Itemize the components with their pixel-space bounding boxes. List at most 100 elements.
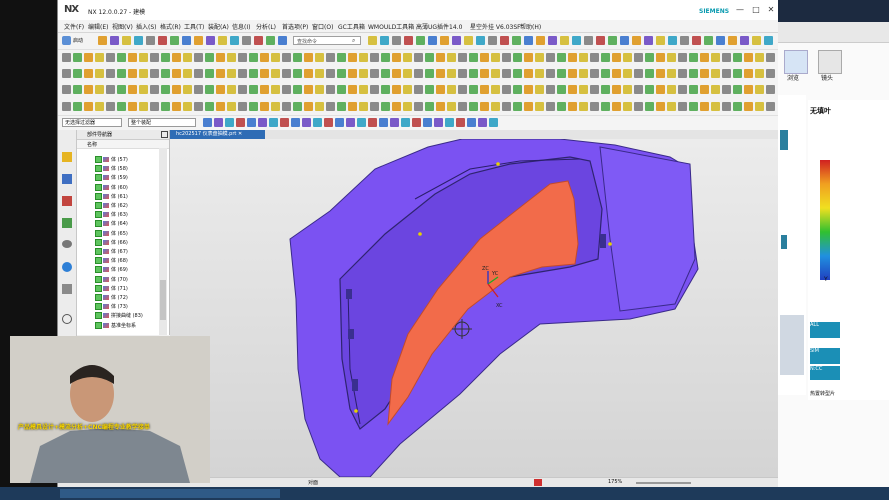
toolbar-tool-icon[interactable] (608, 36, 617, 45)
toolbar-tool-icon[interactable] (150, 85, 159, 94)
toolbar-tool-icon[interactable] (139, 53, 148, 62)
toolbar-tool-icon[interactable] (478, 118, 487, 127)
constraint-navigator-icon[interactable] (62, 174, 72, 184)
toolbar-tool-icon[interactable] (502, 69, 511, 78)
toolbar-tool-icon[interactable] (161, 69, 170, 78)
toolbar-tool-icon[interactable] (359, 69, 368, 78)
navigator-row[interactable]: 体 (62) (95, 202, 157, 210)
toolbar-tool-icon[interactable] (524, 85, 533, 94)
toolbar-tool-icon[interactable] (337, 53, 346, 62)
command-search-box[interactable]: 查找命令 ⌕ (293, 36, 361, 45)
toolbar-tool-icon[interactable] (282, 102, 291, 111)
toolbar-tool-icon[interactable] (535, 53, 544, 62)
toolbar-tool-icon[interactable] (238, 102, 247, 111)
toolbar-tool-icon[interactable] (271, 53, 280, 62)
navigator-row[interactable]: 体 (68) (95, 257, 157, 265)
toolbar-tool-icon[interactable] (205, 85, 214, 94)
toolbar-tool-icon[interactable] (269, 118, 278, 127)
toolbar-tool-icon[interactable] (238, 85, 247, 94)
toolbar-tool-icon[interactable] (596, 36, 605, 45)
menu-format[interactable]: 格式(R) (160, 22, 181, 31)
toolbar-tool-icon[interactable] (368, 118, 377, 127)
toolbar-tool-icon[interactable] (414, 69, 423, 78)
toolbar-tool-icon[interactable] (755, 53, 764, 62)
toolbar-tool-icon[interactable] (227, 53, 236, 62)
toolbar-tool-icon[interactable] (436, 69, 445, 78)
toolbar-tool-icon[interactable] (436, 102, 445, 111)
toolbar-tool-icon[interactable] (601, 69, 610, 78)
toolbar-tool-icon[interactable] (634, 53, 643, 62)
toolbar-tool-icon[interactable] (392, 69, 401, 78)
toolbar-tool-icon[interactable] (535, 85, 544, 94)
toolbar-tool-icon[interactable] (678, 69, 687, 78)
toolbar-tool-icon[interactable] (535, 102, 544, 111)
toolbar-tool-icon[interactable] (612, 85, 621, 94)
toolbar-tool-icon[interactable] (128, 53, 137, 62)
toolbar-tool-icon[interactable] (467, 118, 476, 127)
toolbar-tool-icon[interactable] (194, 85, 203, 94)
toolbar-tool-icon[interactable] (249, 53, 258, 62)
toolbar-tool-icon[interactable] (216, 85, 225, 94)
toolbar-tool-icon[interactable] (348, 85, 357, 94)
toolbar-tool-icon[interactable] (260, 102, 269, 111)
toolbar-tool-icon[interactable] (337, 69, 346, 78)
toolbar-tool-icon[interactable] (766, 53, 775, 62)
toolbar-tool-icon[interactable] (524, 53, 533, 62)
navigator-row[interactable]: 体 (70) (95, 275, 157, 284)
menu-file[interactable]: 文件(F) (64, 22, 84, 31)
visibility-checkbox[interactable] (95, 303, 102, 311)
selection-filter-dropdown[interactable]: 无选择过滤器 (62, 118, 122, 127)
reuse-library-icon[interactable] (62, 218, 72, 228)
toolbar-tool-icon[interactable] (139, 69, 148, 78)
toolbar-tool-icon[interactable] (117, 53, 126, 62)
toolbar-tool-icon[interactable] (704, 36, 713, 45)
menu-gc-toolkit[interactable]: GC工具箱 (338, 22, 365, 31)
menu-help[interactable]: 帮助(H) (520, 22, 541, 31)
toolbar-tool-icon[interactable] (205, 53, 214, 62)
navigator-row[interactable]: 基准坐标系 (95, 321, 157, 330)
toolbar-tool-icon[interactable] (546, 69, 555, 78)
toolbar-tool-icon[interactable] (667, 69, 676, 78)
toolbar-tool-icon[interactable] (194, 53, 203, 62)
toolbar-tool-icon[interactable] (700, 102, 709, 111)
menu-plugin[interactable]: 高薄UG插件14.0 (416, 22, 462, 31)
toolbar-tool-icon[interactable] (458, 85, 467, 94)
toolbar-tool-icon[interactable] (62, 85, 71, 94)
toolbar-tool-icon[interactable] (206, 36, 215, 45)
toolbar-tool-icon[interactable] (524, 69, 533, 78)
toolbar-tool-icon[interactable] (491, 69, 500, 78)
navigator-scroll-thumb[interactable] (160, 280, 166, 320)
toolbar-tool-icon[interactable] (304, 53, 313, 62)
toolbar-tool-icon[interactable] (73, 53, 82, 62)
toolbar-tool-icon[interactable] (370, 53, 379, 62)
toolbar-tool-icon[interactable] (128, 102, 137, 111)
toolbar-tool-icon[interactable] (584, 36, 593, 45)
toolbar-tool-icon[interactable] (346, 118, 355, 127)
toolbar-tool-icon[interactable] (84, 102, 93, 111)
toolbar-tool-icon[interactable] (458, 53, 467, 62)
toolbar-tool-icon[interactable] (469, 69, 478, 78)
toolbar-tool-icon[interactable] (579, 53, 588, 62)
toolbar-tool-icon[interactable] (73, 69, 82, 78)
toolbar-tool-icon[interactable] (711, 102, 720, 111)
toolbar-tool-icon[interactable] (766, 69, 775, 78)
toolbar-tool-icon[interactable] (764, 36, 773, 45)
toolbar-tool-icon[interactable] (304, 85, 313, 94)
toolbar-tool-icon[interactable] (480, 102, 489, 111)
toolbar-tool-icon[interactable] (755, 69, 764, 78)
visibility-checkbox[interactable] (95, 202, 102, 209)
toolbar-tool-icon[interactable] (161, 102, 170, 111)
toolbar-tool-icon[interactable] (445, 118, 454, 127)
toolbar-tool-icon[interactable] (536, 36, 545, 45)
navigator-row[interactable]: 拼接曲缝 (83) (95, 312, 157, 320)
toolbar-tool-icon[interactable] (678, 102, 687, 111)
toolbar-tool-icon[interactable] (370, 69, 379, 78)
toolbar-tool-icon[interactable] (414, 85, 423, 94)
toolbar-tool-icon[interactable] (480, 53, 489, 62)
toolbar-tool-icon[interactable] (158, 36, 167, 45)
toolbar-tool-icon[interactable] (117, 85, 126, 94)
toolbar-tool-icon[interactable] (379, 118, 388, 127)
web-browser-icon[interactable] (62, 262, 72, 272)
toolbar-tool-icon[interactable] (227, 102, 236, 111)
toolbar-tool-icon[interactable] (172, 102, 181, 111)
